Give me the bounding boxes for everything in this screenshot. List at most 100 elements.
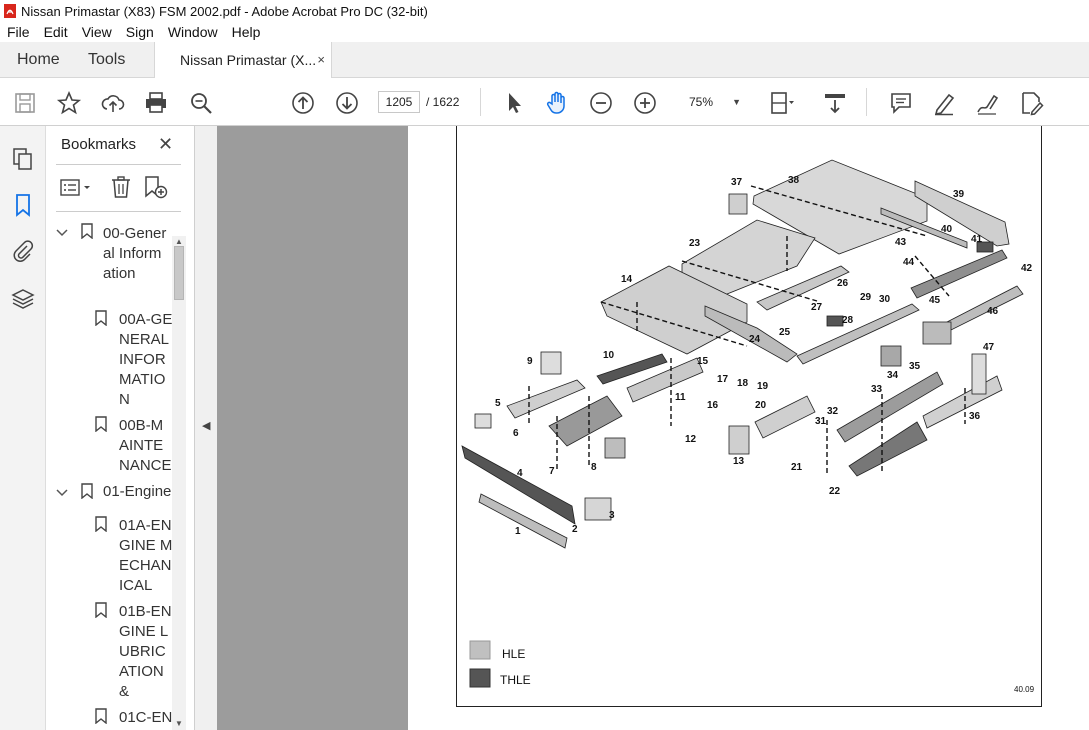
tab-document-label: Nissan Primastar (X... — [180, 52, 317, 68]
bookmark-icon — [81, 483, 93, 499]
part-number-label: 33 — [871, 384, 883, 395]
bookmark-item[interactable]: 01C-EN — [119, 708, 173, 728]
bookmark-icon[interactable] — [10, 192, 36, 218]
bookmark-icon — [95, 708, 107, 724]
part-number-label: 2 — [572, 524, 578, 535]
document-view[interactable]: 1 2 3 4 5 6 7 8 9 10 11 12 13 14 15 16 17 18 19 20 21 22 23 24 2… — [217, 126, 1089, 730]
comment-icon[interactable] — [888, 90, 914, 116]
zoom-select[interactable]: 75% ▼ — [678, 91, 746, 113]
part-number-label: 4 — [517, 468, 523, 479]
pages-thumbnails-icon[interactable] — [10, 146, 36, 172]
zoom-out-icon[interactable] — [588, 90, 614, 116]
highlight-pen-icon[interactable] — [931, 90, 957, 116]
bookmark-item[interactable]: 01-Engine — [103, 482, 173, 502]
part-number-label: 3 — [609, 510, 615, 521]
menu-sign[interactable]: Sign — [119, 24, 161, 40]
part-number-label: 5 — [495, 398, 501, 409]
part-number-label: 30 — [879, 294, 891, 305]
part-number-label: 9 — [527, 356, 533, 367]
toolbar-divider — [480, 88, 481, 116]
bookmark-options-icon[interactable] — [60, 177, 94, 202]
pdf-page: 1 2 3 4 5 6 7 8 9 10 11 12 13 14 15 16 17 18 19 20 21 22 23 24 2… — [408, 126, 1089, 730]
edit-pdf-icon[interactable] — [1018, 90, 1044, 116]
panel-collapse-strip[interactable]: ◀ — [195, 126, 217, 730]
part-number-label: 37 — [731, 177, 743, 188]
bookmarks-scrollbar[interactable]: ▲ ▼ — [172, 236, 186, 730]
bookmark-item[interactable]: 00B-MAINTENANCE — [119, 416, 173, 476]
page-number-input[interactable]: 1205 — [378, 91, 420, 113]
part-number-label: 27 — [811, 302, 823, 313]
legend-label-hle: HLE — [502, 647, 525, 661]
sign-icon[interactable] — [974, 90, 1000, 116]
menu-view[interactable]: View — [75, 24, 119, 40]
bookmark-tree: 00-General Information 00A-GENERAL INFOR… — [46, 218, 174, 730]
upload-icon[interactable] — [100, 90, 126, 116]
bookmark-icon — [81, 223, 93, 239]
legend-swatch-thle — [469, 668, 491, 688]
scroll-up-icon[interactable]: ▲ — [175, 237, 183, 246]
bookmark-item[interactable]: 00A-GENERAL INFORMATION — [119, 310, 173, 410]
tab-home[interactable]: Home — [17, 42, 60, 78]
part-number-label: 36 — [969, 411, 981, 422]
select-arrow-icon[interactable] — [501, 90, 527, 116]
part-number-label: 39 — [953, 189, 965, 200]
scroll-down-icon[interactable]: ▼ — [175, 719, 183, 728]
add-bookmark-icon[interactable] — [143, 175, 169, 202]
scrollbar-thumb[interactable] — [174, 246, 184, 300]
tab-tools[interactable]: Tools — [88, 42, 125, 78]
part-number-label: 20 — [755, 400, 767, 411]
panel-title: Bookmarks — [61, 136, 137, 153]
collapse-panel-icon[interactable]: ◀ — [202, 419, 210, 432]
part-number-label: 35 — [909, 361, 921, 372]
menu-edit[interactable]: Edit — [37, 24, 75, 40]
bookmark-item[interactable]: 01A-ENGINE MECHANICAL — [119, 516, 173, 596]
part-number-label: 22 — [829, 486, 841, 497]
zoom-value: 75% — [689, 95, 714, 109]
bookmark-item[interactable]: 00-General Information — [103, 224, 169, 284]
fit-page-icon[interactable] — [768, 90, 794, 116]
part-number-label: 13 — [733, 456, 745, 467]
legend-swatch-hle — [469, 640, 491, 660]
delete-bookmark-icon[interactable] — [110, 175, 132, 202]
page-up-icon[interactable] — [290, 90, 316, 116]
menu-bar: File Edit View Sign Window Help — [0, 22, 1089, 42]
part-number-label: 32 — [827, 406, 839, 417]
layers-icon[interactable] — [10, 286, 36, 312]
scroll-mode-icon[interactable] — [822, 90, 848, 116]
menu-file[interactable]: File — [0, 24, 37, 40]
menu-window[interactable]: Window — [161, 24, 225, 40]
part-number-label: 1 — [515, 526, 521, 537]
part-number-label: 40 — [941, 224, 953, 235]
page-down-icon[interactable] — [334, 90, 360, 116]
chevron-down-icon[interactable] — [56, 486, 68, 500]
print-icon[interactable] — [143, 90, 169, 116]
bookmark-tools — [56, 164, 181, 212]
save-icon[interactable] — [12, 90, 38, 116]
star-icon[interactable] — [56, 90, 82, 116]
part-number-label: 6 — [513, 428, 519, 439]
part-number-label: 25 — [779, 327, 791, 338]
bookmark-item[interactable]: 01B-ENGINE LUBRICATION & — [119, 602, 173, 702]
zoom-in-icon[interactable] — [632, 90, 658, 116]
menu-help[interactable]: Help — [225, 24, 268, 40]
close-panel-icon[interactable]: ✕ — [158, 134, 173, 155]
part-number-label: 24 — [749, 334, 761, 345]
hand-icon[interactable] — [544, 90, 570, 116]
close-tab-icon[interactable]: × — [317, 42, 325, 78]
tab-document[interactable]: Nissan Primastar (X... × — [154, 42, 332, 79]
attachment-icon[interactable] — [10, 238, 36, 264]
part-number-label: 43 — [895, 237, 907, 248]
part-number-label: 17 — [717, 374, 729, 385]
chevron-down-icon[interactable] — [56, 226, 68, 240]
part-number-label: 19 — [757, 381, 769, 392]
bookmarks-panel: Bookmarks ✕ 00-General Information 00A-G… — [46, 126, 195, 730]
part-number-label: 14 — [621, 274, 633, 285]
part-number-label: 7 — [549, 466, 555, 477]
search-zoom-icon[interactable] — [188, 90, 214, 116]
bookmark-icon — [95, 516, 107, 532]
part-number-label: 47 — [983, 342, 995, 353]
part-number-label: 31 — [815, 416, 827, 427]
part-number-label: 46 — [987, 306, 999, 317]
title-bar: Nissan Primastar (X83) FSM 2002.pdf - Ad… — [0, 0, 1089, 22]
part-number-label: 34 — [887, 370, 899, 381]
